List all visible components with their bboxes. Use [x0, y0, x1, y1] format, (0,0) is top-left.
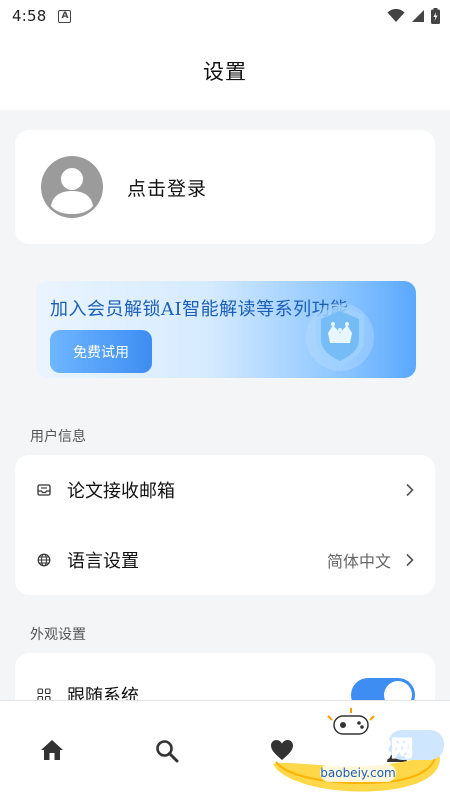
language-row[interactable]: 语言设置 简体中文 — [35, 525, 415, 595]
avatar[interactable] — [41, 156, 103, 218]
section-label-appearance: 外观设置 — [30, 627, 86, 643]
wifi-icon — [387, 9, 405, 22]
user-info-card: 论文接收邮箱 语言设置 简体中文 — [15, 455, 435, 595]
chevron-right-icon — [406, 483, 414, 497]
inbox-icon — [35, 481, 53, 499]
page-title: 设置 — [203, 60, 247, 84]
login-link[interactable]: 点击登录 — [127, 174, 207, 201]
status-bar: 4:58 A — [0, 0, 450, 32]
globe-icon — [35, 551, 53, 569]
home-icon[interactable] — [40, 739, 64, 761]
notification-a-icon: A — [58, 9, 72, 23]
status-time: 4:58 — [12, 7, 47, 25]
login-card[interactable]: 点击登录 — [15, 130, 435, 244]
section-label-user-info: 用户信息 — [30, 429, 86, 445]
watermark-title: 宝贝游戏网 — [303, 736, 413, 762]
free-trial-button[interactable]: 免费试用 — [50, 330, 152, 373]
search-icon[interactable] — [155, 739, 179, 763]
crown-badge-icon — [306, 303, 374, 371]
email-row[interactable]: 论文接收邮箱 — [35, 455, 415, 525]
signal-icon — [412, 10, 424, 22]
status-icons — [387, 8, 440, 24]
watermark-url: baobeiy.com — [320, 766, 395, 780]
battery-icon — [431, 8, 440, 24]
email-row-label: 论文接收邮箱 — [67, 481, 175, 502]
language-row-label: 语言设置 — [67, 551, 139, 572]
language-value: 简体中文 — [326, 552, 391, 571]
site-watermark-logo: 宝贝游戏网 baobeiy.com — [273, 708, 444, 792]
membership-banner[interactable]: 加入会员解锁AI智能解读等系列功能 免费试用 — [36, 281, 416, 378]
chevron-right-icon — [406, 553, 414, 567]
header: 设置 — [0, 32, 450, 110]
user-icon — [51, 168, 93, 214]
